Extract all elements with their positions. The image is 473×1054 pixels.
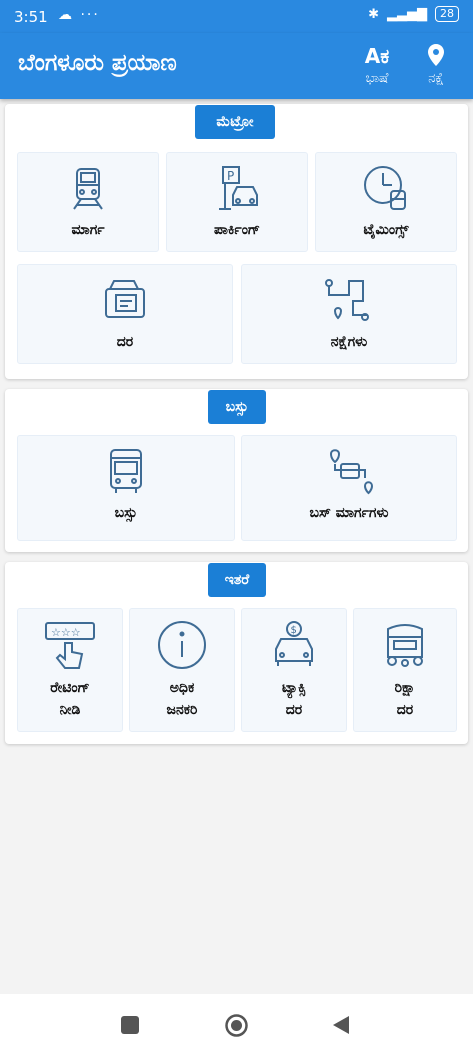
metro-maps-label: ನಕ್ಷೆಗಳು (330, 334, 368, 350)
metro-fare-label: ದರ (116, 334, 134, 350)
map-label: ನಕ್ಷೆ (428, 71, 444, 86)
info-icon (158, 621, 206, 669)
rating-icon: ☆☆☆ (45, 622, 95, 669)
back-button[interactable] (332, 1015, 350, 1035)
bus-route-icon (329, 449, 374, 495)
bus-icon (110, 449, 142, 493)
bus-label: ಬಸ್ಸು (114, 505, 138, 521)
status-time: 3:51 (14, 8, 48, 26)
status-bar: 3:51 ☁ ··· ✱ ▂▃▅▇ 28 (0, 0, 473, 33)
taxi-fare-label: ಟ್ಯಾಕ್ಸಿ ದರ (282, 680, 306, 718)
rickshaw-icon (387, 624, 423, 667)
taxi-icon: $ (275, 621, 313, 666)
metro-card: ಮೆಟ್ರೋ ಮಾರ್ಗ P ಪಾರ್ಕಿಂಗ್ ಟೈಮಿಂಗ್ಸ್ ದರ ನಕ… (5, 104, 468, 379)
battery-indicator: 28 (435, 6, 459, 22)
ticket-icon (105, 280, 145, 318)
map-route-icon (325, 279, 369, 321)
app-title: ಬೆಂಗಳೂರು ಪ್ರಯಾಣ (18, 50, 177, 76)
svg-text:☆☆☆: ☆☆☆ (51, 626, 81, 639)
system-nav-bar (0, 994, 473, 1054)
metro-section-title: ಮೆಟ್ರೋ (195, 105, 275, 139)
more-info-tile[interactable]: ಅಧಿಕ ಜನಕರಿ (129, 608, 235, 732)
metro-route-tile[interactable]: ಮಾರ್ಗ (17, 152, 159, 252)
status-right: ✱ ▂▃▅▇ 28 (368, 6, 459, 22)
rickshaw-fare-tile[interactable]: ರಿಕ್ಷಾ ದರ (353, 608, 457, 732)
bus-section-title: ಬಸ್ಸು (208, 390, 266, 424)
bluetooth-icon: ✱ (368, 6, 379, 22)
give-rating-tile[interactable]: ☆☆☆ ರೇಟಿಂಗ್ ನೀಡಿ (17, 608, 123, 732)
parking-icon: P (219, 166, 258, 210)
clock-icon (364, 166, 406, 210)
rickshaw-fare-label: ರಿಕ್ಷಾ ದರ (394, 680, 416, 718)
map-button[interactable]: ನಕ್ಷೆ (412, 43, 460, 86)
bus-tile[interactable]: ಬಸ್ಸು (17, 435, 235, 541)
location-pin-icon (412, 43, 460, 69)
signal-icon: ▂▃▅▇ (387, 6, 427, 22)
metro-timings-label: ಟೈಮಿಂಗ್ಸ್ (363, 222, 409, 238)
taxi-fare-tile[interactable]: $ ಟ್ಯಾಕ್ಸಿ ದರ (241, 608, 347, 732)
metro-fare-tile[interactable]: ದರ (17, 264, 233, 364)
language-icon: Aಕ (364, 44, 390, 68)
others-card: ಇತರೆ ☆☆☆ ರೇಟಿಂಗ್ ನೀಡಿ ಅಧಿಕ ಜನಕರಿ $ ಟ್ಯಾಕ… (5, 562, 468, 744)
metro-parking-tile[interactable]: P ಪಾರ್ಕಿಂಗ್ (166, 152, 308, 252)
metro-timings-tile[interactable]: ಟೈಮಿಂಗ್ಸ್ (315, 152, 457, 252)
bus-card: ಬಸ್ಸು ಬಸ್ಸು ಬಸ್ ಮಾರ್ಗಗಳು (5, 389, 468, 552)
metro-maps-tile[interactable]: ನಕ್ಷೆಗಳು (241, 264, 457, 364)
metro-route-label: ಮಾರ್ಗ (71, 222, 105, 238)
bus-routes-label: ಬಸ್ ಮಾರ್ಗಗಳು (309, 505, 389, 521)
svg-text:P: P (227, 169, 234, 183)
home-button[interactable] (225, 1014, 248, 1037)
language-button[interactable]: Aಕ ಭಾಷೆ (353, 43, 401, 86)
recents-button[interactable] (121, 1016, 139, 1034)
metro-parking-label: ಪಾರ್ಕಿಂಗ್ (213, 222, 261, 238)
bus-routes-tile[interactable]: ಬಸ್ ಮಾರ್ಗಗಳು (241, 435, 457, 541)
svg-text:$: $ (291, 625, 297, 636)
more-info-label: ಅಧಿಕ ಜನಕರಿ (166, 680, 198, 718)
app-bar: ಬೆಂಗಳೂರು ಪ್ರಯಾಣ Aಕ ಭಾಷೆ ನಕ್ಷೆ (0, 33, 473, 99)
language-label: ಭಾಷೆ (365, 71, 389, 86)
others-section-title: ಇತರೆ (208, 563, 266, 597)
notification-icons: ☁ ··· (58, 7, 100, 23)
train-icon (73, 168, 103, 210)
give-rating-label: ರೇಟಿಂಗ್ ನೀಡಿ (50, 680, 90, 718)
